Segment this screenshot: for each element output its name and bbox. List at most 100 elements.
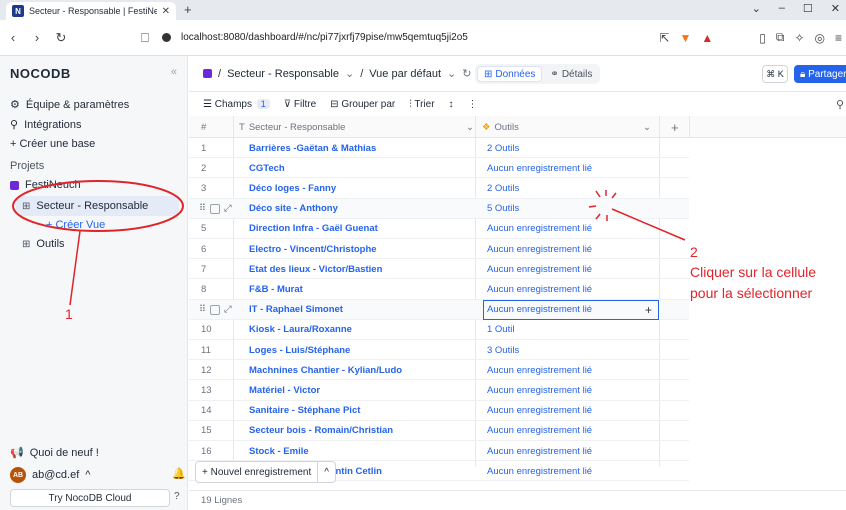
extensions-icon[interactable]: ✧: [794, 31, 804, 45]
cell-secteur[interactable]: Secteur bois - Romain/Christian: [249, 421, 393, 441]
whats-new-button[interactable]: 📢 Quoi de neuf !: [10, 446, 99, 460]
cell-secteur[interactable]: Machnines Chantier - Kylian/Ludo: [249, 360, 402, 380]
drag-handle-icon[interactable]: ⠿: [199, 304, 206, 315]
table-row[interactable]: 8 F&B - Murat Aucun enregistrement lié: [189, 279, 689, 300]
row-controls[interactable]: ⠿ ⤢: [199, 300, 232, 320]
tab-data[interactable]: ⊞ Données: [477, 66, 543, 82]
forward-icon[interactable]: ›: [30, 30, 44, 45]
table-row[interactable]: 11 Loges - Luis/Stéphane 3 Outils: [189, 340, 689, 361]
table-row[interactable]: 12 Machnines Chantier - Kylian/Ludo Aucun …: [189, 360, 689, 381]
table-row[interactable]: 1 Barrières -Gaëtan & Mathias 2 Outils: [189, 138, 689, 159]
cell-secteur[interactable]: Stock - Emile: [249, 441, 309, 461]
cell-outils[interactable]: Aucun enregistrement lié: [487, 360, 592, 380]
cell-outils[interactable]: Aucun enregistrement lié: [487, 158, 592, 178]
table-row[interactable]: ⠿ ⤢ IT - Raphael Simonet Aucun enregistreme…: [189, 299, 689, 320]
sidebar-icon[interactable]: ▯: [759, 31, 766, 45]
table-row[interactable]: 3 Déco loges - Fanny 2 Outils: [189, 178, 689, 199]
collapse-sidebar-icon[interactable]: «: [171, 66, 177, 78]
chevron-down-icon[interactable]: ⌄: [752, 2, 761, 15]
sidebar-item-team[interactable]: ⚙ Équipe & paramètres: [10, 98, 129, 112]
tab-details[interactable]: ⚭ Détails: [544, 66, 598, 82]
bookmark-icon[interactable]: ⎕: [138, 30, 152, 46]
sidebar-item-create-base[interactable]: + Créer une base: [10, 138, 95, 150]
chevron-down-icon[interactable]: ⌄: [643, 116, 651, 138]
cell-outils[interactable]: Aucun enregistrement lié: [487, 401, 592, 421]
cell-secteur[interactable]: Matériel - Victor: [249, 380, 320, 400]
cell-secteur[interactable]: Sanitaire - Stéphane Pict: [249, 401, 360, 421]
more-icon[interactable]: ⋮: [468, 99, 478, 110]
create-view-button[interactable]: + Créer Vue: [46, 219, 105, 231]
add-link-icon[interactable]: +: [645, 303, 652, 317]
sidebar-item-table-secteur[interactable]: ⊞ Secteur - Responsable: [22, 200, 148, 212]
cell-outils[interactable]: 2 Outils: [487, 138, 519, 158]
cell-outils[interactable]: 1 Outil: [487, 320, 514, 340]
cell-outils[interactable]: Aucun enregistrement lié: [487, 461, 592, 481]
table-row[interactable]: 7 Etat des lieux - Victor/Bastien Aucun en…: [189, 259, 689, 280]
cell-outils[interactable]: Aucun enregistrement lié: [487, 259, 592, 279]
table-row[interactable]: 14 Sanitaire - Stéphane Pict Aucun enregis…: [189, 401, 689, 421]
sort-button[interactable]: ⫶ Trier: [409, 99, 434, 110]
search-icon[interactable]: ⚲: [836, 98, 844, 111]
brave-shield-icon[interactable]: ▼: [679, 31, 691, 45]
cell-outils[interactable]: Aucun enregistrement lié: [487, 380, 592, 400]
site-info-icon[interactable]: [162, 33, 171, 42]
table-row[interactable]: 13 Matériel - Victor Aucun enregistrement …: [189, 380, 689, 401]
cell-outils[interactable]: Aucun enregistrement lié: [487, 219, 592, 239]
table-row[interactable]: 5 Direction Infra - Gaël Guenat Aucun enre…: [189, 219, 689, 239]
breadcrumb-view[interactable]: Vue par défaut: [369, 68, 441, 80]
cell-secteur[interactable]: Etat des lieux - Victor/Bastien: [249, 259, 382, 279]
share-button[interactable]: 🔒︎ Partager: [794, 65, 846, 83]
header-col-outils[interactable]: ❖ Outils: [482, 116, 519, 138]
row-checkbox[interactable]: [209, 203, 220, 214]
back-icon[interactable]: ‹: [6, 30, 20, 45]
filter-button[interactable]: ⊽ Filtre: [284, 99, 316, 110]
table-row[interactable]: 15 Secteur bois - Romain/Christian Aucun e…: [189, 421, 689, 441]
cell-secteur[interactable]: Déco site - Anthony: [249, 199, 338, 219]
cell-outils[interactable]: Aucun enregistrement lié: [487, 441, 592, 461]
table-row[interactable]: ⠿ ⤢ Déco site - Anthony 5 Outils: [189, 198, 689, 219]
row-height-icon[interactable]: ↕: [449, 99, 454, 110]
cell-secteur[interactable]: Déco loges - Fanny: [249, 178, 336, 198]
minimize-icon[interactable]: –: [779, 2, 785, 15]
expand-row-icon[interactable]: ⤢: [224, 203, 232, 214]
new-tab-icon[interactable]: +: [184, 2, 192, 17]
cell-secteur[interactable]: Direction Infra - Gaël Guenat: [249, 219, 378, 239]
cell-secteur[interactable]: IT - Raphael Simonet: [249, 300, 343, 320]
maximize-icon[interactable]: ☐: [803, 2, 813, 15]
cell-outils[interactable]: 3 Outils: [487, 340, 519, 360]
cell-secteur[interactable]: Barrières -Gaëtan & Mathias: [249, 138, 376, 158]
selected-cell[interactable]: +: [483, 299, 659, 320]
group-button[interactable]: ⊟ Grouper par: [330, 99, 395, 110]
close-window-icon[interactable]: ✕: [831, 2, 840, 15]
sidebar-item-integrations[interactable]: ⚲ Intégrations: [10, 118, 82, 132]
try-cloud-button[interactable]: Try NocoDB Cloud: [10, 489, 170, 507]
sidebar-item-table-outils[interactable]: ⊞ Outils: [22, 238, 65, 250]
help-icon[interactable]: ?: [174, 491, 180, 502]
table-row[interactable]: 2 CGTech Aucun enregistrement lié: [189, 158, 689, 179]
breadcrumb-table[interactable]: Secteur - Responsable: [227, 68, 339, 80]
chevron-down-icon[interactable]: ⌄: [466, 116, 474, 138]
header-col-secteur[interactable]: T Secteur - Responsable: [239, 116, 345, 138]
user-menu[interactable]: AB ab@cd.ef ^: [10, 467, 90, 483]
notification-icon[interactable]: 🔔: [172, 467, 186, 480]
command-palette-button[interactable]: ⌘ K: [762, 65, 788, 83]
cell-outils[interactable]: 5 Outils: [487, 199, 519, 219]
cell-outils[interactable]: 2 Outils: [487, 178, 519, 198]
brave-rewards-icon[interactable]: ▲: [701, 31, 713, 45]
cell-secteur[interactable]: Loges - Luis/Stéphane: [249, 340, 350, 360]
cell-secteur[interactable]: CGTech: [249, 158, 285, 178]
menu-icon[interactable]: ≡: [835, 31, 842, 45]
share-page-icon[interactable]: ⇱: [659, 31, 669, 45]
browser-tab[interactable]: N Secteur - Responsable | FestiNeu ✕: [6, 2, 176, 20]
wallet-icon[interactable]: ⧉: [776, 30, 785, 45]
cell-outils[interactable]: Aucun enregistrement lié: [487, 239, 592, 259]
reload-view-icon[interactable]: ↻: [462, 67, 471, 80]
close-icon[interactable]: ✕: [162, 6, 170, 17]
cell-outils[interactable]: Aucun enregistrement lié: [487, 279, 592, 299]
row-checkbox[interactable]: [209, 304, 220, 315]
row-controls[interactable]: ⠿ ⤢: [199, 199, 232, 219]
drag-handle-icon[interactable]: ⠿: [199, 203, 206, 214]
cell-secteur[interactable]: Electro - Vincent/Christophe: [249, 239, 377, 259]
new-record-button[interactable]: + Nouvel enregistrement ^: [195, 461, 336, 483]
table-row[interactable]: 10 Kiosk - Laura/Roxanne 1 Outil: [189, 320, 689, 340]
